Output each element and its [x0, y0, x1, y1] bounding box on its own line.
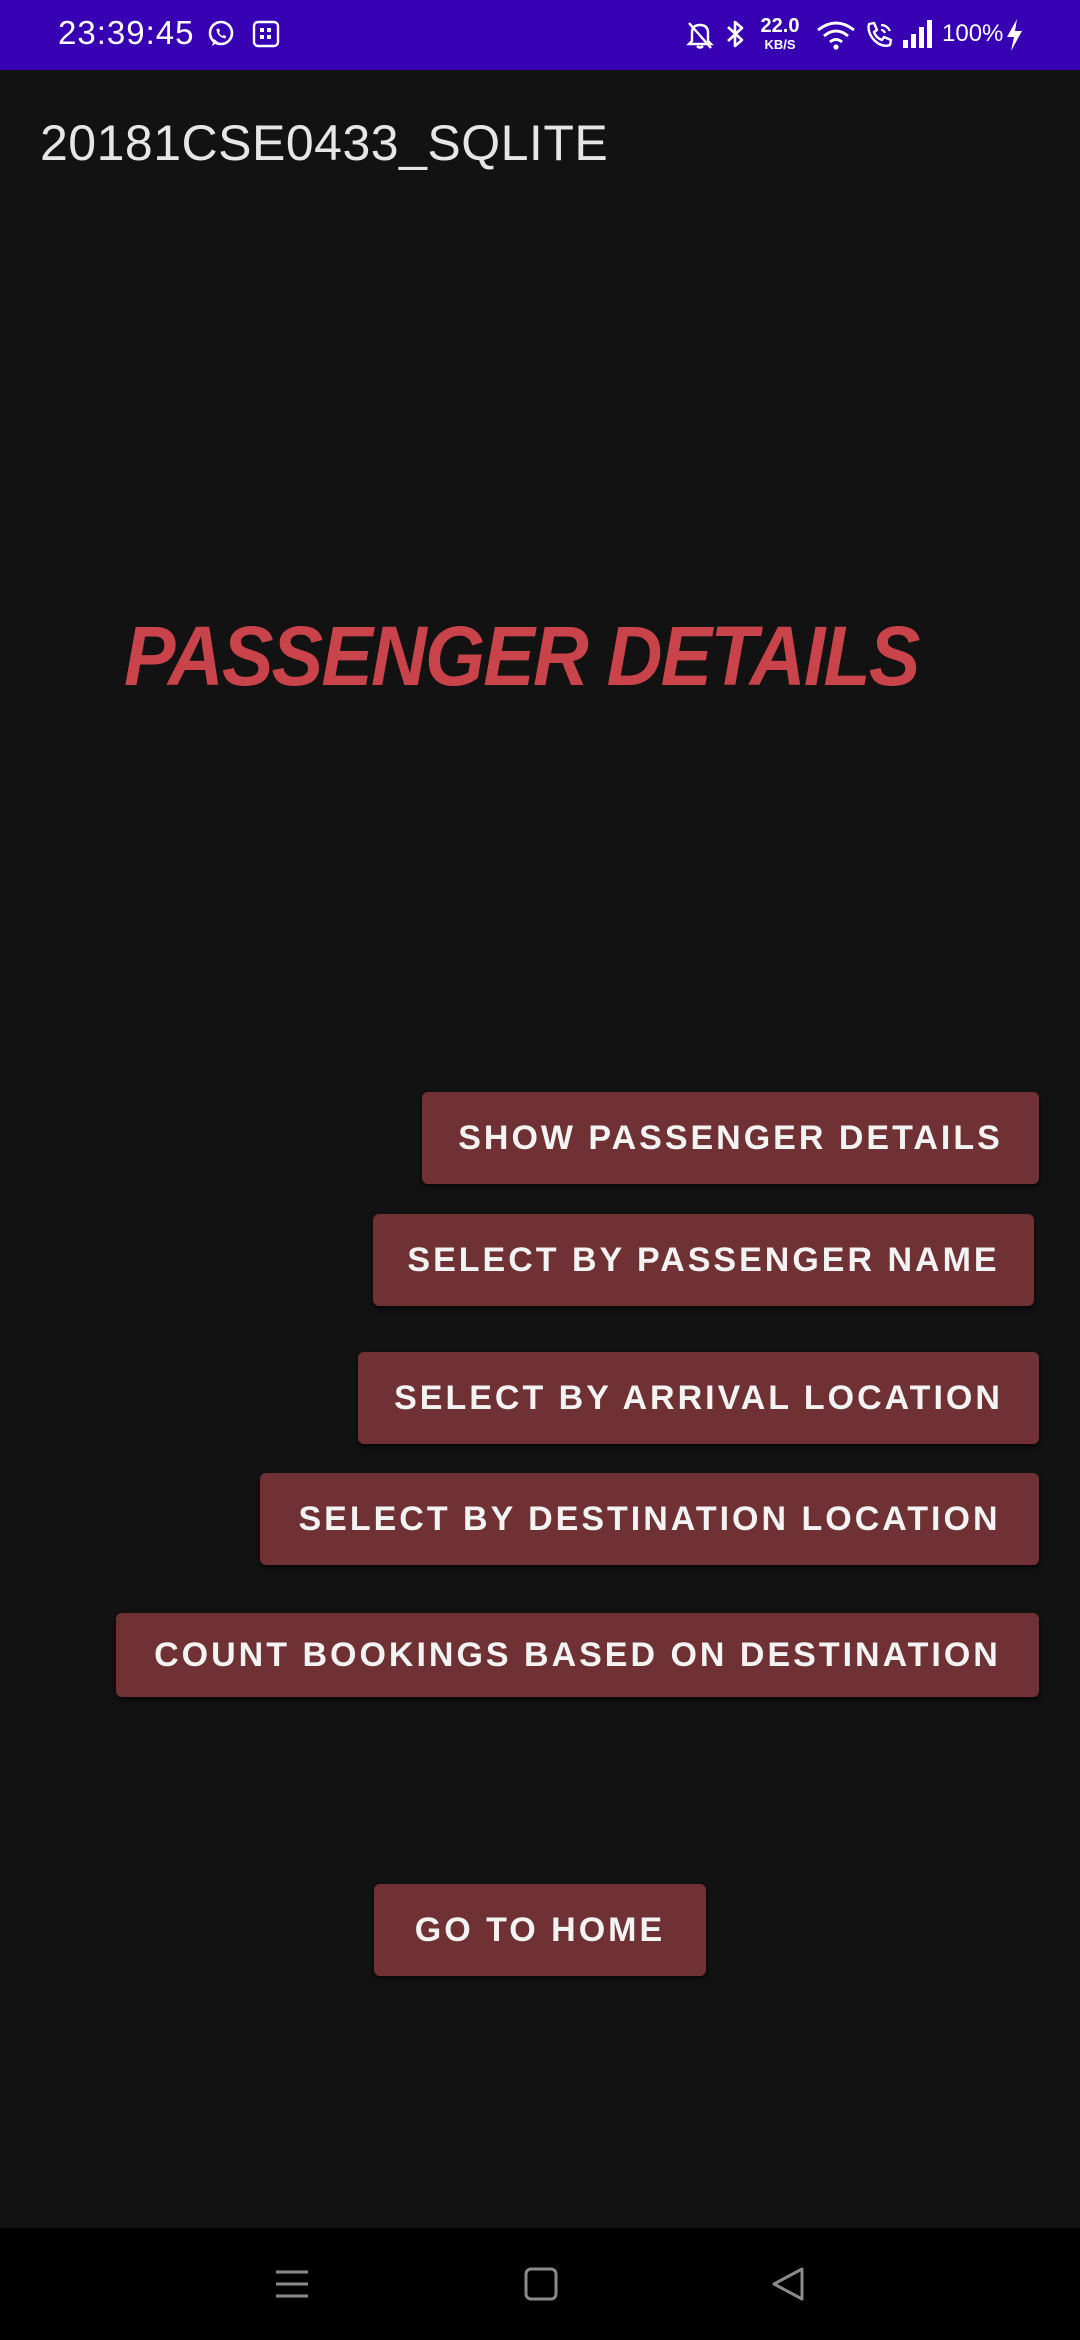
network-speed-unit: KB/S	[764, 37, 796, 52]
show-passenger-details-label: SHOW PASSENGER DETAILS	[458, 1118, 1003, 1157]
select-by-passenger-name-label: SELECT BY PASSENGER NAME	[407, 1240, 1000, 1279]
wifi-calling-icon	[867, 21, 893, 48]
status-bar: 23:39:45 22.0 KB/S 100%	[0, 0, 1080, 70]
menu-icon[interactable]	[272, 2264, 312, 2304]
show-passenger-details-button[interactable]: SHOW PASSENGER DETAILS	[422, 1092, 1039, 1184]
mute-bell-icon	[686, 22, 714, 49]
navigation-bar	[0, 2228, 1080, 2340]
charging-bolt-icon	[1007, 19, 1022, 51]
network-speed-value: 22.0	[760, 15, 800, 37]
count-bookings-button[interactable]: COUNT BOOKINGS BASED ON DESTINATION	[116, 1613, 1039, 1697]
select-by-arrival-location-label: SELECT BY ARRIVAL LOCATION	[394, 1378, 1003, 1417]
whatsapp-icon	[208, 20, 234, 46]
battery-percentage: 100%	[942, 20, 1004, 47]
screen: 23:39:45 22.0 KB/S 100% 20181CSE0433_SQL…	[0, 0, 1080, 2340]
page-heading: PASSENGER DETAILS	[124, 609, 920, 703]
select-by-destination-location-label: SELECT BY DESTINATION LOCATION	[298, 1499, 1001, 1538]
calendar-icon	[252, 20, 280, 48]
app-title: 20181CSE0433_SQLITE	[40, 115, 609, 171]
select-by-passenger-name-button[interactable]: SELECT BY PASSENGER NAME	[373, 1214, 1034, 1306]
signal-icon	[903, 20, 932, 48]
count-bookings-label: COUNT BOOKINGS BASED ON DESTINATION	[154, 1635, 1001, 1674]
status-time: 23:39:45	[58, 14, 195, 51]
select-by-arrival-location-button[interactable]: SELECT BY ARRIVAL LOCATION	[358, 1352, 1039, 1444]
go-to-home-button[interactable]: GO TO HOME	[374, 1884, 706, 1976]
bluetooth-icon	[727, 20, 744, 48]
back-triangle-icon[interactable]	[768, 2264, 808, 2304]
go-to-home-label: GO TO HOME	[414, 1910, 666, 1949]
wifi-icon	[817, 21, 855, 50]
select-by-destination-location-button[interactable]: SELECT BY DESTINATION LOCATION	[260, 1473, 1039, 1565]
home-square-icon[interactable]	[523, 2264, 559, 2304]
network-speed: 22.0 KB/S	[758, 16, 802, 51]
